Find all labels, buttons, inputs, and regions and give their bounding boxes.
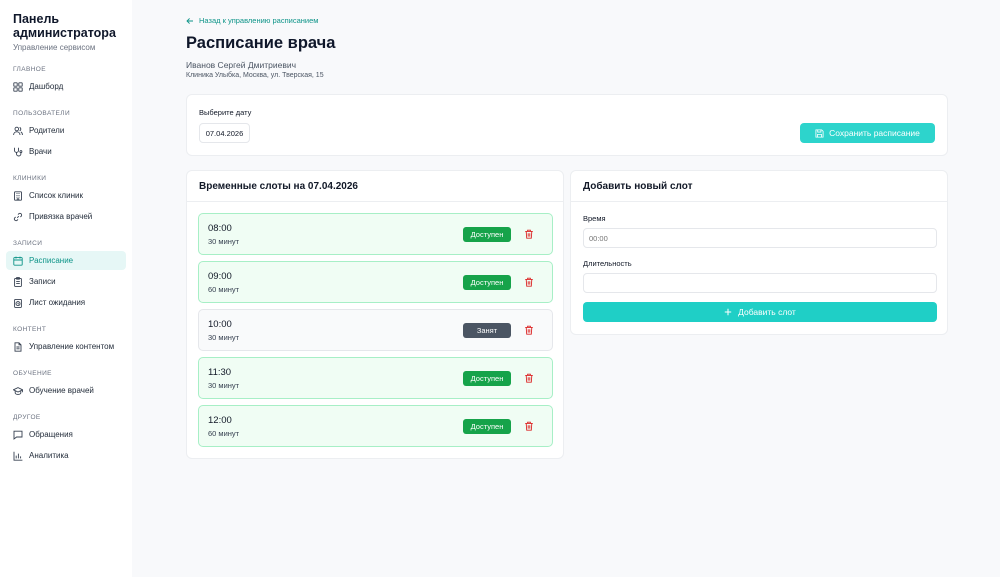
status-badge: Доступен: [463, 419, 511, 434]
nav-section-main: ГЛАВНОЕ: [13, 66, 46, 73]
time-slot: 10:00 30 минут Занят: [198, 309, 553, 351]
date-picker-card: Выберите дату 07.04.2026 Сохранить распи…: [186, 94, 948, 156]
users-icon: [13, 126, 23, 135]
nav-section-clinics: КЛИНИКИ: [13, 175, 47, 182]
nav-section-users: ПОЛЬЗОВАТЕЛИ: [13, 110, 71, 117]
sidebar-item-schedule[interactable]: Расписание: [6, 251, 126, 270]
duration-label: Длительность: [583, 259, 632, 268]
doctor-name: Иванов Сергей Дмитриевич: [186, 60, 297, 70]
link-icon: [13, 212, 23, 221]
trash-icon[interactable]: [524, 325, 534, 335]
back-link[interactable]: Назад к управлению расписанием: [186, 16, 318, 25]
calendar-icon: [13, 256, 23, 266]
sidebar-item-label: Обращения: [29, 430, 73, 439]
file-icon: [14, 341, 22, 352]
slot-duration: 60 минут: [208, 429, 240, 438]
sidebar-item-label: Родители: [29, 126, 65, 135]
sidebar-item-dashboard[interactable]: Дашборд: [6, 77, 126, 96]
add-slot-label: Добавить слот: [738, 307, 796, 317]
sidebar-item-parents[interactable]: Родители: [6, 121, 126, 140]
time-slot: 09:00 60 минут Доступен: [198, 261, 553, 303]
add-slot-card: Добавить новый слот Время Длительность Д…: [570, 170, 948, 335]
slot-time: 11:30: [208, 367, 232, 378]
brand-subtitle: Управление сервисом: [13, 43, 96, 52]
add-slot-title: Добавить новый слот: [571, 171, 947, 202]
plus-icon: [724, 308, 732, 316]
sidebar-item-records[interactable]: Записи: [6, 272, 126, 291]
time-slots-card: Временные слоты на 07.04.2026 08:00 30 м…: [186, 170, 564, 459]
add-slot-button[interactable]: Добавить слот: [583, 302, 937, 322]
time-label: Время: [583, 214, 606, 223]
bar-chart-icon: [13, 451, 23, 461]
sidebar-item-waitlist[interactable]: Лист ожидания: [6, 293, 126, 312]
sidebar-item-requests[interactable]: Обращения: [6, 425, 126, 444]
sidebar-item-doctor-binding[interactable]: Привязка врачей: [6, 207, 126, 226]
trash-icon[interactable]: [524, 421, 534, 431]
slot-duration: 30 минут: [208, 333, 240, 342]
sidebar-item-label: Управление контентом: [29, 342, 115, 351]
sidebar-item-clinics-list[interactable]: Список клиник: [6, 186, 126, 205]
slot-duration: 60 минут: [208, 285, 240, 294]
status-badge: Доступен: [463, 227, 511, 242]
time-slot: 12:00 60 минут Доступен: [198, 405, 553, 447]
time-slot: 11:30 30 минут Доступен: [198, 357, 553, 399]
back-link-label: Назад к управлению расписанием: [199, 16, 319, 25]
dashboard-icon: [13, 81, 23, 92]
slot-time: 09:00: [208, 271, 232, 282]
save-icon: [815, 128, 824, 138]
sidebar-item-analytics[interactable]: Аналитика: [6, 446, 126, 465]
building-icon: [14, 190, 22, 201]
sidebar-item-label: Обучение врачей: [29, 386, 94, 395]
nav-section-records: ЗАПИСИ: [13, 240, 43, 247]
sidebar-item-label: Список клиник: [29, 191, 83, 200]
status-badge: Доступен: [463, 371, 511, 386]
doctor-clinic: Клиника Улыбка, Москва, ул. Тверская, 15: [186, 72, 324, 79]
sidebar-item-content-management[interactable]: Управление контентом: [6, 337, 126, 356]
status-badge: Занят: [463, 323, 511, 338]
duration-input[interactable]: [583, 273, 937, 293]
sidebar-item-label: Аналитика: [29, 451, 69, 460]
trash-icon[interactable]: [524, 277, 534, 287]
slot-time: 10:00: [208, 319, 232, 330]
date-label: Выберите дату: [199, 108, 252, 117]
trash-icon[interactable]: [524, 373, 534, 383]
slot-duration: 30 минут: [208, 237, 240, 246]
brand-title: Панель администратора: [13, 12, 116, 40]
trash-icon[interactable]: [524, 229, 534, 239]
nav-section-other: ДРУГОЕ: [13, 414, 41, 421]
nav-section-education: ОБУЧЕНИЕ: [13, 370, 52, 377]
slot-time: 12:00: [208, 415, 232, 426]
time-input[interactable]: [583, 228, 937, 248]
sidebar-item-label: Привязка врачей: [29, 212, 93, 221]
sidebar-item-doctor-training[interactable]: Обучение врачей: [6, 381, 126, 400]
clock-icon: [14, 298, 22, 308]
sidebar-item-label: Дашборд: [29, 82, 64, 91]
stethoscope-icon: [14, 147, 23, 156]
sidebar-item-label: Записи: [29, 277, 56, 286]
sidebar-item-label: Лист ожидания: [29, 298, 86, 307]
sidebar-item-doctors[interactable]: Врачи: [6, 142, 126, 161]
save-schedule-label: Сохранить расписание: [829, 128, 920, 138]
graduation-cap-icon: [13, 386, 23, 395]
date-input[interactable]: 07.04.2026: [199, 123, 250, 143]
time-slots-title: Временные слоты на 07.04.2026: [187, 171, 563, 202]
slot-duration: 30 минут: [208, 381, 240, 390]
nav-section-content: КОНТЕНТ: [13, 326, 47, 333]
time-slot: 08:00 30 минут Доступен: [198, 213, 553, 255]
message-icon: [13, 430, 23, 440]
slot-time: 08:00: [208, 223, 232, 234]
sidebar-item-label: Расписание: [29, 256, 74, 265]
status-badge: Доступен: [463, 275, 511, 290]
sidebar: Панель администратора Управление сервисо…: [0, 0, 132, 577]
save-schedule-button[interactable]: Сохранить расписание: [800, 123, 935, 143]
sidebar-item-label: Врачи: [29, 147, 52, 156]
page-title: Расписание врача: [186, 34, 336, 52]
clipboard-icon: [14, 276, 22, 287]
arrow-left-icon: [186, 17, 193, 24]
